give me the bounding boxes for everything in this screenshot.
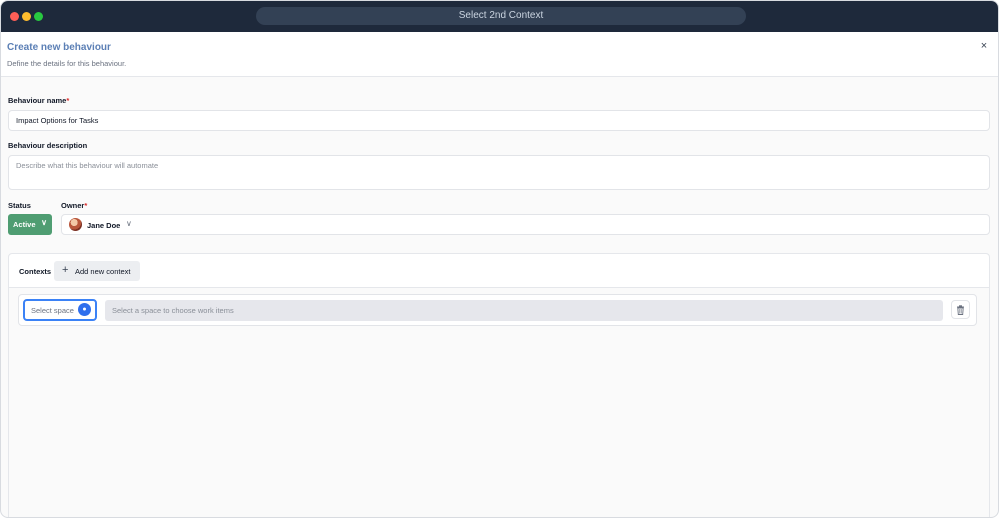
behaviour-name-value: Impact Options for Tasks bbox=[16, 116, 99, 125]
owner-label: Owner* bbox=[61, 201, 87, 210]
status-value: Active bbox=[13, 220, 36, 229]
contexts-label: Contexts bbox=[19, 267, 52, 276]
app-window: Select 2nd Context Create new behaviour … bbox=[0, 0, 999, 518]
work-items-placeholder: Select a space to choose work items bbox=[112, 306, 234, 315]
window-title: Select 2nd Context bbox=[256, 7, 746, 25]
minimize-window-button[interactable] bbox=[22, 12, 31, 21]
close-icon[interactable]: × bbox=[978, 40, 990, 52]
loading-spinner-icon: ● bbox=[78, 303, 91, 316]
work-items-select[interactable]: Select a space to choose work items bbox=[105, 300, 943, 321]
page-subtitle: Define the details for this behaviour. bbox=[7, 59, 127, 68]
title-bar: Select 2nd Context bbox=[1, 1, 998, 32]
maximize-window-button[interactable] bbox=[34, 12, 43, 21]
add-new-context-button[interactable]: + Add new context bbox=[54, 261, 140, 281]
owner-label-text: Owner bbox=[61, 201, 85, 210]
chevron-down-icon: ∨ bbox=[126, 219, 132, 228]
required-mark: * bbox=[84, 201, 88, 210]
delete-context-button[interactable] bbox=[951, 300, 970, 319]
avatar bbox=[69, 218, 82, 231]
space-select[interactable]: Select space ● bbox=[23, 299, 97, 321]
behaviour-name-label: Behaviour name* bbox=[8, 96, 69, 105]
page-title: Create new behaviour bbox=[7, 42, 111, 53]
context-row: Select space ● Select a space to choose … bbox=[18, 294, 977, 326]
chevron-down-icon: ∨ bbox=[41, 218, 47, 227]
status-label: Status bbox=[8, 201, 31, 210]
space-select-placeholder: Select space bbox=[31, 306, 74, 315]
panel-header: Create new behaviour Define the details … bbox=[1, 32, 998, 77]
trash-icon bbox=[957, 305, 964, 315]
required-mark: * bbox=[66, 96, 70, 105]
behaviour-description-textarea[interactable]: Describe what this behaviour will automa… bbox=[8, 155, 990, 190]
contexts-panel: Contexts + Add new context Select space … bbox=[8, 253, 990, 517]
close-window-button[interactable] bbox=[10, 12, 19, 21]
behaviour-name-label-text: Behaviour name bbox=[8, 96, 67, 105]
plus-icon: + bbox=[62, 264, 69, 276]
add-new-context-label: Add new context bbox=[75, 267, 131, 276]
description-placeholder: Describe what this behaviour will automa… bbox=[16, 161, 159, 170]
contexts-header: Contexts + Add new context bbox=[9, 254, 989, 288]
status-dropdown[interactable]: Active ∨ bbox=[8, 214, 52, 235]
behaviour-name-input[interactable]: Impact Options for Tasks bbox=[8, 110, 990, 131]
owner-select[interactable]: Jane Doe ∨ bbox=[61, 214, 990, 235]
behaviour-description-label: Behaviour description bbox=[8, 141, 88, 150]
owner-name: Jane Doe bbox=[87, 221, 121, 230]
